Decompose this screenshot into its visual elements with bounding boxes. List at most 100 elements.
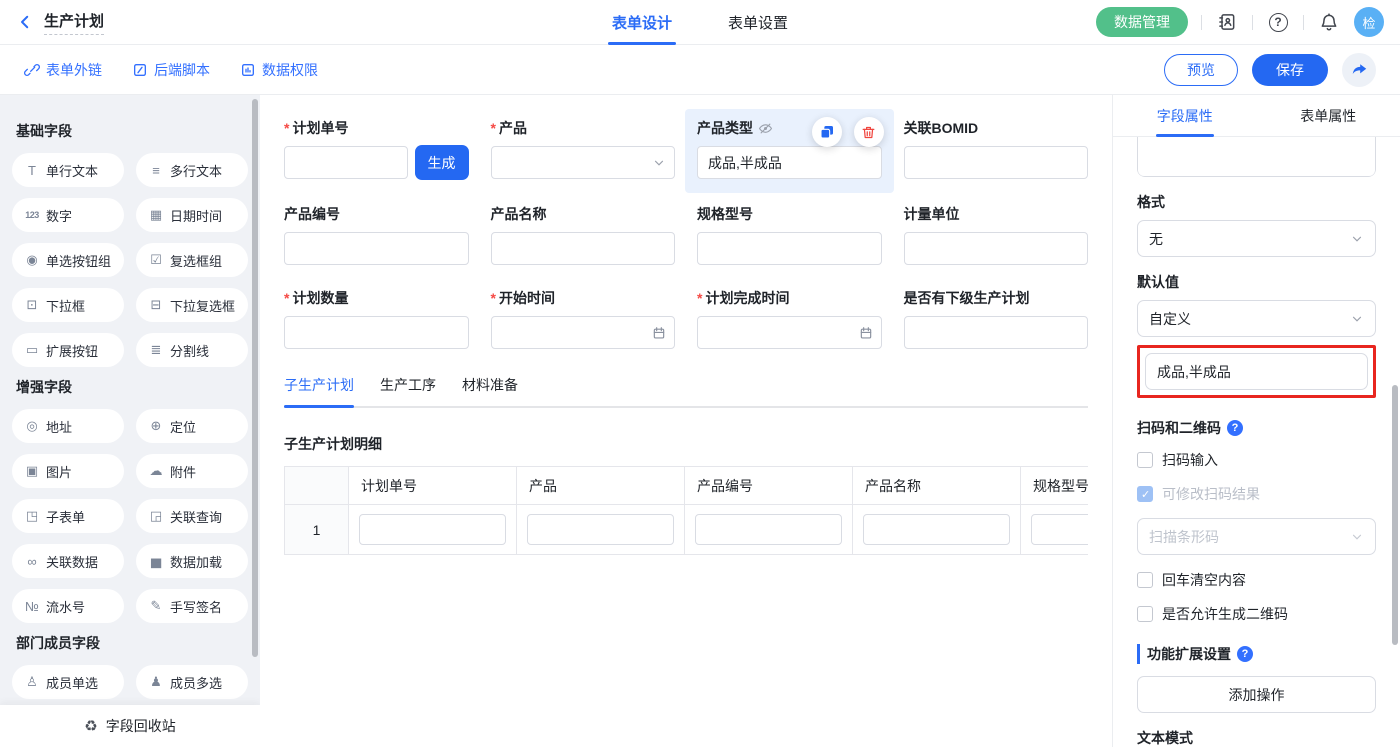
unit-input[interactable] xyxy=(904,232,1089,265)
table-header-plan-number: 计划单号 xyxy=(349,467,517,505)
chevron-left-icon xyxy=(16,13,34,31)
geolocation-icon: ⊕ xyxy=(146,418,166,434)
tab-form-settings[interactable]: 表单设置 xyxy=(728,0,788,45)
field-product-code[interactable]: 产品编号 xyxy=(284,205,469,265)
palette-item-linked-query[interactable]: ◲关联查询 xyxy=(136,499,248,533)
help-badge-icon[interactable] xyxy=(1227,420,1243,436)
data-manage-button[interactable]: 数据管理 xyxy=(1096,7,1188,37)
palette-item-attachment[interactable]: ☁附件 xyxy=(136,454,248,488)
field-title-input[interactable] xyxy=(1137,137,1376,177)
palette-item-address[interactable]: ◎地址 xyxy=(12,409,124,443)
bom-id-input[interactable] xyxy=(904,146,1089,179)
product-type-input[interactable] xyxy=(697,146,882,179)
palette-item-multi-dropdown[interactable]: ⊟下拉复选框 xyxy=(136,288,248,322)
start-time-input[interactable] xyxy=(491,316,676,349)
dropdown-icon: ⊡ xyxy=(22,297,42,313)
row-product-name-input[interactable] xyxy=(863,514,1010,545)
tab-form-design[interactable]: 表单设计 xyxy=(612,0,672,45)
palette-item-subform[interactable]: ◳子表单 xyxy=(12,499,124,533)
field-plan-finish-time[interactable]: 计划完成时间 xyxy=(697,289,882,349)
data-permission-link[interactable]: 数据权限 xyxy=(240,60,318,80)
scan-type-select[interactable]: 扫描条形码 xyxy=(1137,518,1376,555)
spec-model-input[interactable] xyxy=(697,232,882,265)
row-product-code-input[interactable] xyxy=(695,514,842,545)
backend-script-link[interactable]: 后端脚本 xyxy=(132,60,210,80)
palette-item-number[interactable]: 123数字 xyxy=(12,198,124,232)
user-avatar[interactable]: 检 xyxy=(1354,7,1384,37)
palette-item-checkbox-group[interactable]: ☑复选框组 xyxy=(136,243,248,277)
plan-quantity-input[interactable] xyxy=(284,316,469,349)
field-product-name[interactable]: 产品名称 xyxy=(491,205,676,265)
save-button[interactable]: 保存 xyxy=(1252,54,1328,86)
palette-item-multi-line-text[interactable]: ≡多行文本 xyxy=(136,153,248,187)
field-has-sub-plan[interactable]: 是否有下级生产计划 xyxy=(904,289,1089,349)
field-start-time[interactable]: 开始时间 xyxy=(491,289,676,349)
palette-item-image[interactable]: ▣图片 xyxy=(12,454,124,488)
tab-sub-production-plan[interactable]: 子生产计划 xyxy=(284,375,354,406)
generate-button[interactable]: 生成 xyxy=(415,145,469,180)
tab-field-properties[interactable]: 字段属性 xyxy=(1113,95,1257,136)
palette-item-data-load[interactable]: ▅数据加载 xyxy=(136,544,248,578)
product-name-input[interactable] xyxy=(491,232,676,265)
annotation-highlight-box xyxy=(1137,345,1376,398)
table-header-spec-model: 规格型号 xyxy=(1021,467,1089,505)
palette-item-extend-button[interactable]: ▭扩展按钮 xyxy=(12,333,124,367)
field-product[interactable]: 产品 xyxy=(491,119,676,181)
palette-item-serial-number[interactable]: №流水号 xyxy=(12,589,124,623)
share-button[interactable] xyxy=(1342,53,1376,87)
help-badge-icon[interactable] xyxy=(1237,646,1253,662)
help-icon[interactable] xyxy=(1266,10,1290,34)
field-recycle-bin[interactable]: ♻ 字段回收站 xyxy=(0,705,260,747)
panel-scrollbar[interactable] xyxy=(1392,385,1398,645)
sidebar-scrollbar[interactable] xyxy=(252,99,258,657)
product-select[interactable] xyxy=(491,146,676,179)
tab-material-prep[interactable]: 材料准备 xyxy=(462,375,518,406)
chevron-down-icon xyxy=(1350,530,1364,544)
row-product-input[interactable] xyxy=(527,514,674,545)
plan-finish-time-input[interactable] xyxy=(697,316,882,349)
field-plan-quantity[interactable]: 计划数量 xyxy=(284,289,469,349)
palette-item-signature[interactable]: ✎手写签名 xyxy=(136,589,248,623)
back-button[interactable] xyxy=(16,13,34,31)
checkbox-scan-input[interactable]: 扫码输入 xyxy=(1137,450,1376,470)
field-plan-number[interactable]: 计划单号 生成 xyxy=(284,119,469,181)
palette-item-dropdown[interactable]: ⊡下拉框 xyxy=(12,288,124,322)
notification-bell-icon[interactable] xyxy=(1317,10,1341,34)
default-value-input[interactable] xyxy=(1145,353,1368,390)
palette-item-divider[interactable]: ≣分割线 xyxy=(136,333,248,367)
form-external-link[interactable]: 表单外链 xyxy=(24,60,102,80)
add-action-button[interactable]: 添加操作 xyxy=(1137,676,1376,713)
checkbox-allow-qrcode[interactable]: 是否允许生成二维码 xyxy=(1137,604,1376,624)
has-sub-plan-input[interactable] xyxy=(904,316,1089,349)
palette-item-geolocation[interactable]: ⊕定位 xyxy=(136,409,248,443)
row-spec-model-input[interactable] xyxy=(1031,514,1088,545)
tab-production-process[interactable]: 生产工序 xyxy=(380,375,436,406)
row-plan-number-input[interactable] xyxy=(359,514,506,545)
tab-form-properties[interactable]: 表单属性 xyxy=(1257,95,1400,136)
palette-item-member-single[interactable]: ♙成员单选 xyxy=(12,665,124,699)
field-unit[interactable]: 计量单位 xyxy=(904,205,1089,265)
checkbox-modify-scan-result[interactable]: 可修改扫码结果 xyxy=(1137,484,1376,504)
chevron-down-icon xyxy=(652,156,666,170)
palette-item-member-multi[interactable]: ♟成员多选 xyxy=(136,665,248,699)
extension-section-header: 功能扩展设置 xyxy=(1137,644,1376,664)
sub-plan-table: 计划单号 产品 产品编号 产品名称 规格型号 1 xyxy=(284,466,1088,555)
field-spec-model[interactable]: 规格型号 xyxy=(697,205,882,265)
palette-item-single-line-text[interactable]: T单行文本 xyxy=(12,153,124,187)
plan-number-input[interactable] xyxy=(284,146,408,179)
palette-item-radio-group[interactable]: ◉单选按钮组 xyxy=(12,243,124,277)
palette-item-datetime[interactable]: ▦日期时间 xyxy=(136,198,248,232)
form-title[interactable]: 生产计划 xyxy=(44,10,104,35)
checkbox-enter-clear[interactable]: 回车清空内容 xyxy=(1137,570,1376,590)
preview-button[interactable]: 预览 xyxy=(1164,54,1238,86)
field-product-type-selected[interactable]: 产品类型 xyxy=(685,109,894,193)
default-mode-select[interactable]: 自定义 xyxy=(1137,300,1376,337)
field-bom-id[interactable]: 关联BOMID xyxy=(904,119,1089,181)
copy-field-button[interactable] xyxy=(812,117,842,147)
product-code-input[interactable] xyxy=(284,232,469,265)
form-design-canvas: 计划单号 生成 产品 产品类型 xyxy=(260,95,1112,747)
address-book-icon[interactable] xyxy=(1215,10,1239,34)
palette-item-linked-data[interactable]: ∞关联数据 xyxy=(12,544,124,578)
format-select[interactable]: 无 xyxy=(1137,220,1376,257)
delete-field-button[interactable] xyxy=(854,117,884,147)
